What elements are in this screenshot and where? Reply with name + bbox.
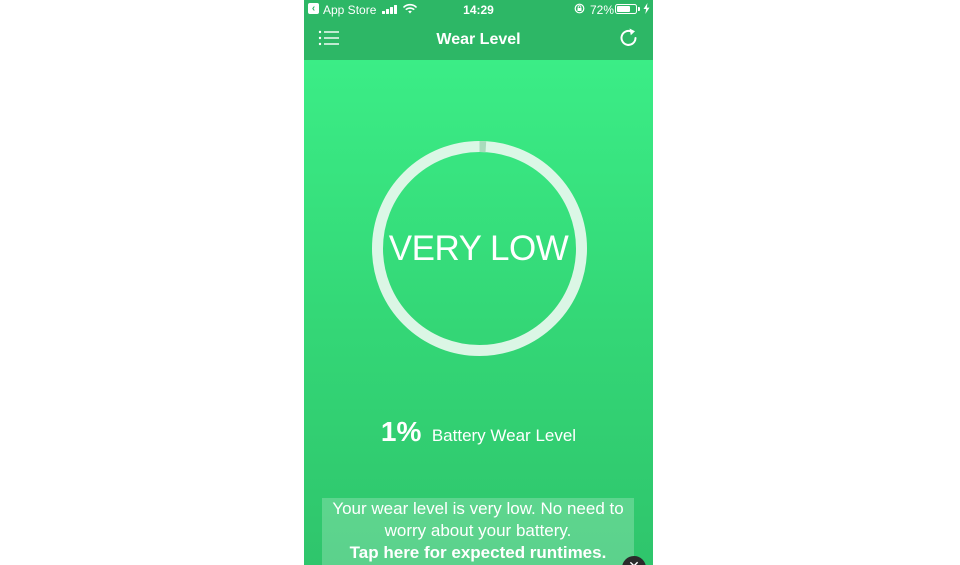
page-title: Wear Level [436, 31, 521, 48]
rotation-lock-icon [574, 3, 585, 14]
info-text-line2: worry about your battery. [384, 521, 572, 540]
status-bar: ‹ App Store 14:29 72% [304, 0, 653, 20]
navigation-bar: Wear Level [304, 20, 653, 60]
battery-icon [615, 4, 637, 14]
charging-bolt-icon [643, 3, 650, 14]
battery-percentage: 72% [590, 3, 615, 17]
battery-terminal [638, 7, 640, 11]
info-banner[interactable]: Your wear level is very low. No need to … [322, 498, 634, 565]
wear-level-label: Battery Wear Level [431, 426, 577, 445]
info-text-line1: Your wear level is very low. No need to [332, 499, 624, 518]
wear-status-label: VERY LOW [388, 229, 569, 268]
battery-fill [617, 6, 630, 12]
phone-screen: ‹ App Store 14:29 72% Wear Level VERY LO… [304, 0, 653, 565]
wear-percentage: 1% [380, 416, 422, 447]
wear-level-row: 1% Battery Wear Level [304, 416, 653, 448]
refresh-icon[interactable] [618, 27, 640, 49]
expected-runtimes-link[interactable]: Tap here for expected runtimes. [322, 542, 634, 564]
